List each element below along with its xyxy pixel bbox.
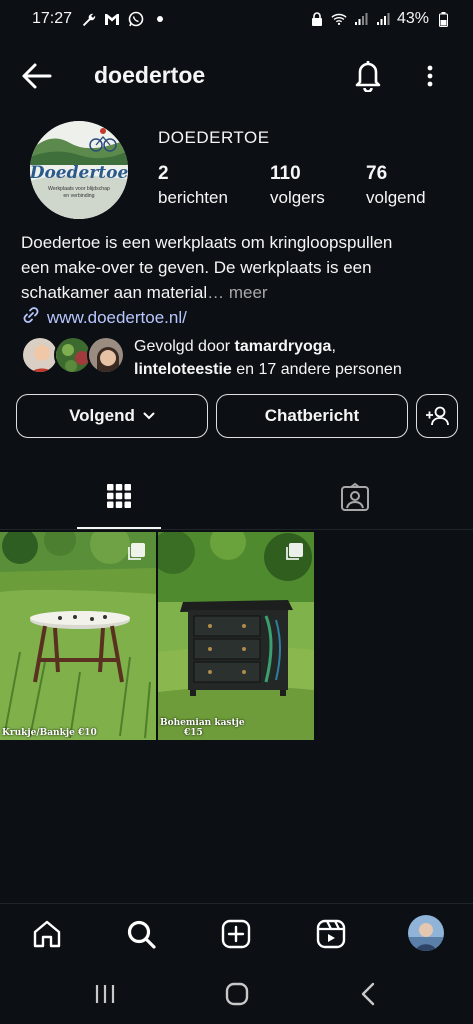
wifi-icon bbox=[331, 11, 347, 27]
post-caption: Bohemian kastje €15 bbox=[160, 718, 245, 738]
tab-tagged[interactable] bbox=[313, 464, 397, 530]
post-caption-line: €15 bbox=[184, 728, 203, 738]
gmail-icon bbox=[104, 11, 120, 27]
followed-user[interactable]: linteloteestie bbox=[134, 361, 232, 378]
chevron-down-icon bbox=[143, 412, 155, 420]
profile-bio: Doedertoe is een werkplaats om kringloop… bbox=[21, 230, 461, 305]
profile-tabs bbox=[0, 464, 473, 530]
create-post-icon[interactable] bbox=[218, 916, 254, 952]
followed-separator: , bbox=[331, 338, 336, 355]
system-navigation-bar bbox=[0, 965, 473, 1024]
stat-followers[interactable]: 110 volgers bbox=[270, 163, 366, 211]
tagged-person-icon bbox=[340, 482, 370, 512]
reels-icon[interactable] bbox=[313, 916, 349, 952]
system-home-icon[interactable] bbox=[222, 979, 252, 1009]
whatsapp-icon bbox=[128, 11, 144, 27]
grid-icon bbox=[106, 483, 132, 509]
status-time: 17:27 bbox=[32, 10, 73, 27]
stat-following[interactable]: 76 volgend bbox=[366, 163, 466, 211]
signal-icon-2 bbox=[375, 11, 391, 27]
profile-avatar-icon[interactable] bbox=[408, 915, 444, 951]
bottom-navigation bbox=[0, 903, 473, 965]
followed-suffix: en 17 andere personen bbox=[231, 361, 402, 378]
wrench-icon bbox=[80, 11, 96, 27]
follower-avatar bbox=[87, 336, 125, 374]
recent-apps-icon[interactable] bbox=[90, 979, 120, 1009]
status-bar: 17:27 43% bbox=[0, 0, 473, 38]
stat-posts-label: berichten bbox=[158, 188, 228, 207]
post-thumbnail[interactable]: Krukje/Bankje €10 bbox=[0, 532, 156, 740]
tab-posts-grid[interactable] bbox=[77, 464, 161, 529]
stat-posts-number: 2 bbox=[158, 163, 169, 184]
post-caption: Krukje/Bankje €10 bbox=[2, 728, 97, 738]
bell-icon[interactable] bbox=[352, 58, 384, 93]
battery-icon bbox=[435, 11, 451, 27]
message-button-label: Chatbericht bbox=[264, 406, 360, 425]
bio-more-link[interactable]: … meer bbox=[207, 283, 267, 302]
suggest-users-button[interactable] bbox=[416, 394, 458, 438]
more-options-icon[interactable] bbox=[420, 60, 440, 92]
following-button[interactable]: Volgend bbox=[16, 394, 208, 438]
followed-prefix: Gevolgd door bbox=[134, 338, 235, 355]
avatar-logo-text: Doedertoe bbox=[30, 163, 128, 183]
multiple-images-icon bbox=[126, 542, 146, 562]
post-image bbox=[0, 532, 156, 740]
website-link[interactable]: www.doedertoe.nl/ bbox=[21, 305, 187, 330]
lock-icon bbox=[309, 11, 325, 27]
post-image bbox=[158, 532, 314, 740]
multiple-images-icon bbox=[284, 542, 304, 562]
message-button[interactable]: Chatbericht bbox=[216, 394, 408, 438]
stat-posts[interactable]: 2 berichten bbox=[158, 163, 270, 211]
search-icon[interactable] bbox=[123, 916, 159, 952]
bio-line: Doedertoe is een werkplaats om kringloop… bbox=[21, 233, 393, 252]
following-button-label: Volgend bbox=[69, 406, 135, 425]
followed-by-text: Gevolgd door tamardryoga, linteloteestie… bbox=[134, 335, 464, 381]
profile-header: doedertoe bbox=[0, 50, 473, 102]
battery-percent: 43% bbox=[396, 10, 429, 27]
profile-avatar[interactable]: Doedertoe Werkplaats voor blijdschap en … bbox=[30, 121, 128, 219]
svg-text:Werkplaats voor blijdschap: Werkplaats voor blijdschap bbox=[48, 186, 110, 192]
header-username: doedertoe bbox=[94, 62, 206, 88]
post-caption-line: Bohemian kastje bbox=[160, 718, 245, 728]
home-icon[interactable] bbox=[29, 916, 65, 952]
stat-following-number: 76 bbox=[366, 163, 388, 184]
notification-dot-icon bbox=[152, 11, 168, 27]
followed-user[interactable]: tamardryoga bbox=[235, 338, 332, 355]
profile-stats: 2 berichten 110 volgers 76 volgend bbox=[158, 163, 466, 211]
stat-followers-number: 110 bbox=[270, 163, 301, 184]
followed-by[interactable]: Gevolgd door tamardryoga, linteloteestie… bbox=[21, 335, 461, 378]
display-name: DOEDERTOE bbox=[158, 128, 270, 147]
link-icon bbox=[21, 305, 41, 330]
post-thumbnail[interactable]: Bohemian kastje €15 bbox=[158, 532, 314, 740]
bio-line: schatkamer aan material bbox=[21, 283, 208, 302]
back-arrow-icon[interactable] bbox=[20, 60, 54, 92]
website-text: www.doedertoe.nl/ bbox=[47, 307, 187, 327]
stat-followers-label: volgers bbox=[270, 188, 325, 207]
signal-icon-1 bbox=[353, 11, 369, 27]
stat-following-label: volgend bbox=[366, 188, 426, 207]
add-user-icon bbox=[425, 405, 449, 427]
bio-line: een make-over te geven. De werkplaats is… bbox=[21, 258, 372, 277]
svg-text:en verbinding: en verbinding bbox=[63, 193, 94, 199]
system-back-icon[interactable] bbox=[354, 979, 384, 1009]
